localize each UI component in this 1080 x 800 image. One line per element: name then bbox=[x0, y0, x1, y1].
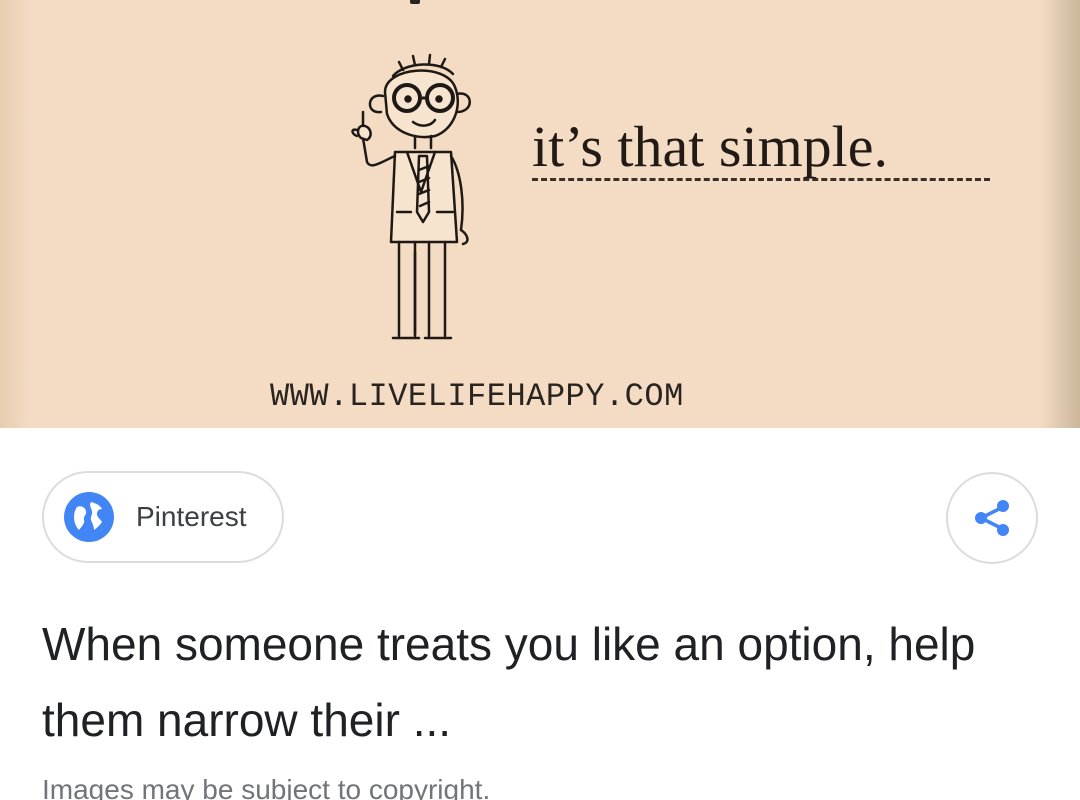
share-button[interactable] bbox=[946, 472, 1038, 564]
globe-icon bbox=[64, 492, 114, 542]
caption-text: it’s that simple. bbox=[532, 114, 889, 179]
source-label: Pinterest bbox=[136, 501, 247, 532]
share-icon bbox=[975, 500, 1009, 536]
copyright-note: Images may be subject to copyright. bbox=[42, 774, 491, 800]
image-website-text: WWW.LIVELIFEHAPPY.COM bbox=[270, 378, 684, 415]
source-chip[interactable]: Pinterest bbox=[42, 471, 284, 563]
result-info-panel: Pinterest When someone treats you like a… bbox=[0, 428, 1080, 800]
result-title-link[interactable]: When someone treats you like an option, … bbox=[42, 606, 1032, 758]
cropped-text-fragment bbox=[410, 0, 420, 4]
result-image[interactable]: it’s that simple. WWW.LIVELIFEHAPPY.COM bbox=[0, 0, 1080, 428]
image-viewer: it’s that simple. WWW.LIVELIFEHAPPY.COM … bbox=[0, 0, 1080, 800]
cartoon-man-illustration bbox=[351, 53, 471, 340]
image-caption-text: it’s that simple. bbox=[532, 118, 990, 181]
